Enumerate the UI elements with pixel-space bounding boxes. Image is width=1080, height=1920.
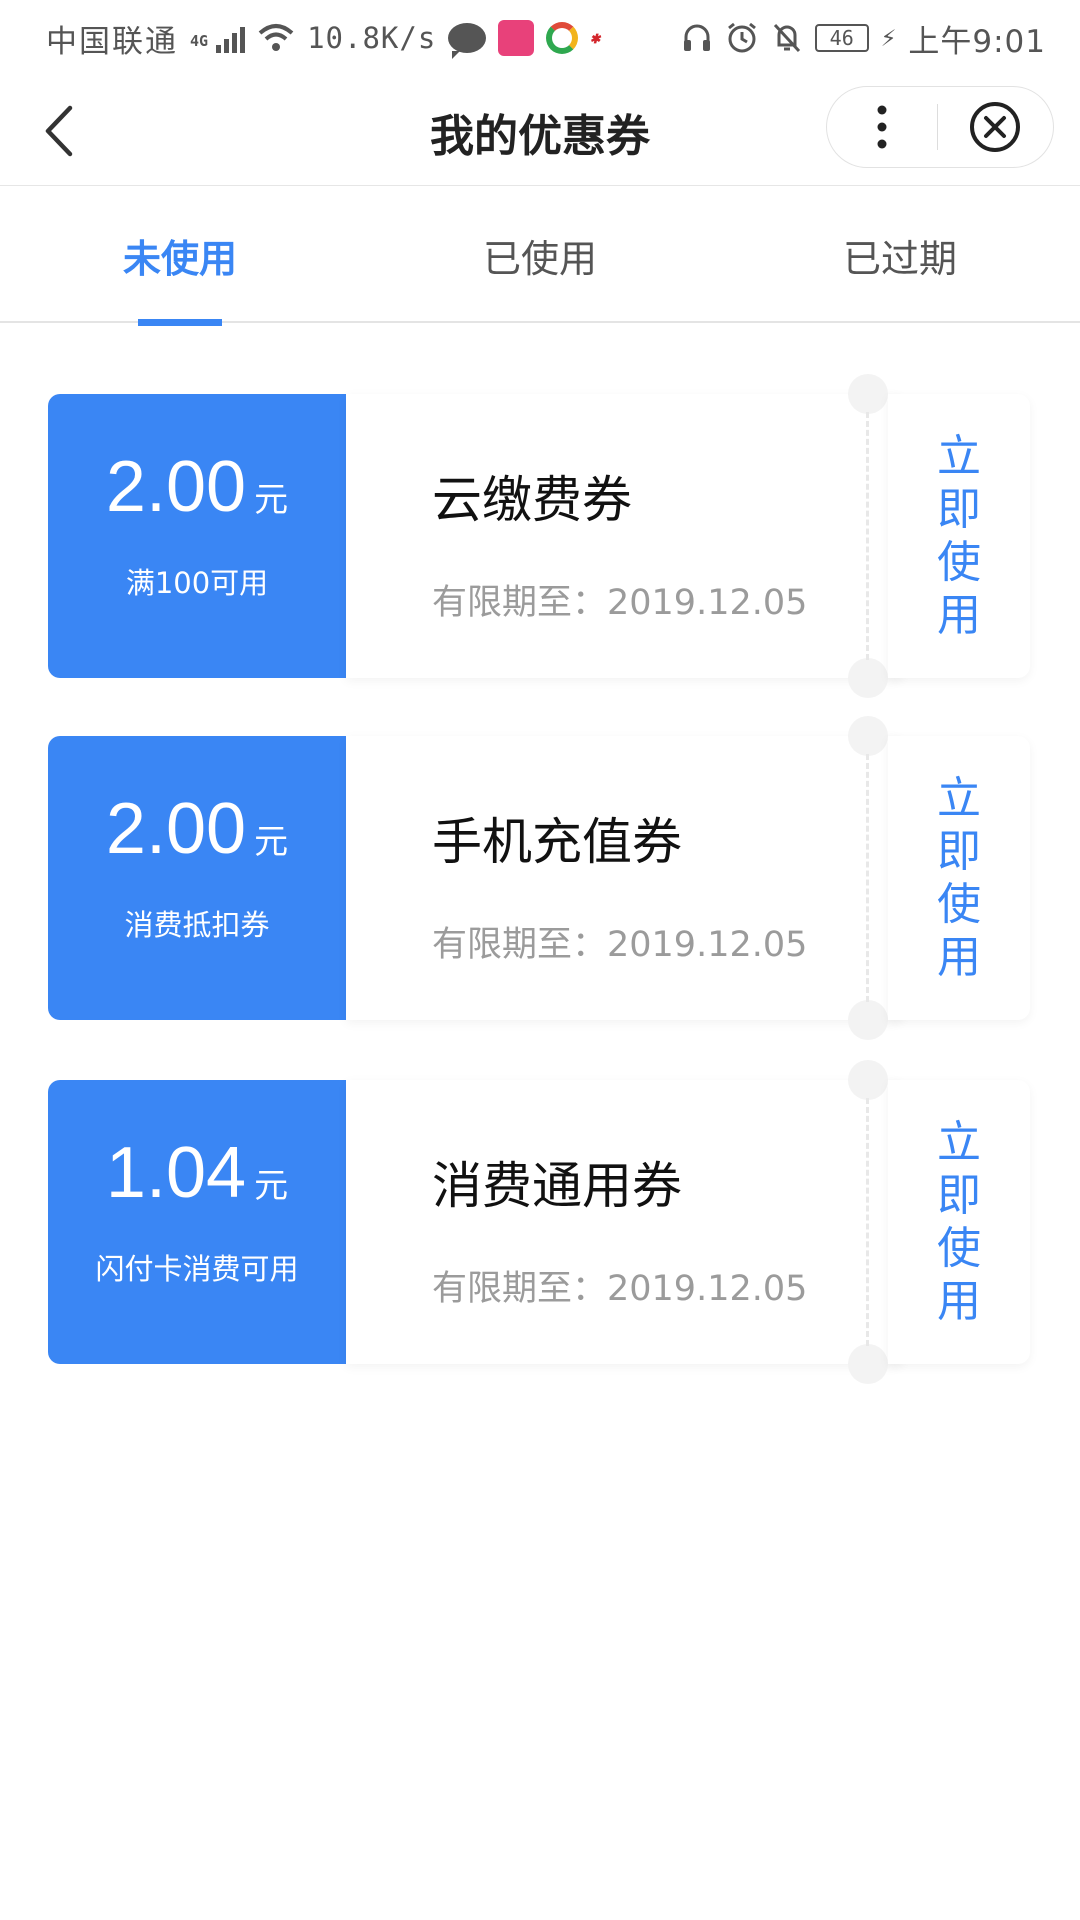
coupon-perforation <box>866 1098 869 1346</box>
coupon-card: 2.00 元 消费抵扣券 手机充值券 有限期至：2019.12.05 立即使用 <box>48 716 1030 1040</box>
coupon-notch <box>848 1344 888 1384</box>
signal-icon <box>216 23 246 53</box>
coupon-perforation <box>866 412 869 660</box>
coupon-unit: 元 <box>254 822 289 862</box>
charging-icon: ⚡ <box>880 23 897 53</box>
coupon-amount-line: 1.04 元 <box>48 1132 346 1214</box>
coupon-name: 手机充值券 <box>432 813 682 871</box>
coupon-amount-line: 2.00 元 <box>48 446 346 528</box>
carrier-name: 中国联通 <box>46 23 178 60</box>
status-clock: 上午9:01 <box>908 23 1046 60</box>
network-speed: 10.8K/s <box>307 21 437 55</box>
more-vertical-icon <box>877 105 887 149</box>
mini-program-capsule <box>826 86 1054 168</box>
coupon-expiry: 有限期至：2019.12.05 <box>432 583 808 623</box>
status-bar: 中国联通 4G 10.8K/s ✱ 46 ⚡ 上午9:01 <box>0 0 1080 76</box>
coupon-name: 云缴费券 <box>432 471 632 529</box>
coupon-amount: 2.00 <box>105 789 247 869</box>
coupon-notch <box>848 1060 888 1100</box>
app-notification-icon <box>498 20 535 56</box>
nav-bar: 我的优惠券 <box>0 76 1080 186</box>
message-notification-icon <box>448 23 487 59</box>
coupon-name: 消费通用券 <box>432 1157 682 1215</box>
coupon-card: 1.04 元 闪付卡消费可用 消费通用券 有限期至：2019.12.05 立即使用 <box>48 1060 1030 1384</box>
status-left: 中国联通 4G 10.8K/s ✱ <box>46 16 624 61</box>
coupon-value-panel: 2.00 元 消费抵扣券 <box>48 736 346 1020</box>
use-now-button[interactable]: 立即使用 <box>888 736 1030 1020</box>
coupon-condition: 消费抵扣券 <box>124 908 270 942</box>
coupon-amount: 1.04 <box>105 1133 247 1213</box>
close-circle-icon <box>970 102 1021 152</box>
coupon-amount: 2.00 <box>105 447 247 527</box>
coupon-notch <box>848 374 888 414</box>
coupon-info: 手机充值券 有限期至：2019.12.05 <box>346 736 902 1020</box>
coupon-expiry: 有限期至：2019.12.05 <box>432 925 808 965</box>
more-button[interactable] <box>827 86 937 168</box>
coupon-notch <box>848 1000 888 1040</box>
coupon-value-panel: 1.04 元 闪付卡消费可用 <box>48 1080 346 1364</box>
coupon-value-panel: 2.00 元 满100可用 <box>48 394 346 678</box>
coupon-info: 云缴费券 有限期至：2019.12.05 <box>346 394 902 678</box>
sina-icon: ✱ <box>590 28 600 47</box>
battery-icon: 46 <box>814 24 869 52</box>
coupon-amount-line: 2.00 元 <box>48 788 346 870</box>
coupon-perforation <box>866 754 869 1002</box>
coupon-condition: 满100可用 <box>125 566 269 600</box>
coupon-info: 消费通用券 有限期至：2019.12.05 <box>346 1080 902 1364</box>
wifi-icon <box>258 24 294 51</box>
coupon-expiry: 有限期至：2019.12.05 <box>432 1269 808 1309</box>
tab-unused[interactable]: 未使用 <box>60 187 300 323</box>
headset-icon <box>683 24 710 51</box>
coupon-tabs: 未使用 已使用 已过期 <box>0 187 1080 326</box>
coupon-notch <box>848 658 888 698</box>
coupon-card: 2.00 元 满100可用 云缴费券 有限期至：2019.12.05 立即使用 <box>48 374 1030 698</box>
mute-bell-icon <box>773 23 800 53</box>
close-button[interactable] <box>938 86 1053 168</box>
coupon-unit: 元 <box>254 480 289 520</box>
tab-expired[interactable]: 已过期 <box>780 187 1020 323</box>
browser-notification-icon <box>546 22 579 54</box>
coupon-notch <box>848 716 888 756</box>
use-now-label: 立即使用 <box>937 1117 981 1327</box>
use-now-button[interactable]: 立即使用 <box>888 394 1030 678</box>
coupon-unit: 元 <box>254 1166 289 1206</box>
active-tab-indicator <box>138 319 222 326</box>
coupon-condition: 闪付卡消费可用 <box>95 1252 299 1286</box>
use-now-label: 立即使用 <box>937 431 981 641</box>
use-now-label: 立即使用 <box>937 773 981 983</box>
status-right: 46 ⚡ 上午9:01 <box>681 16 1046 61</box>
tab-used[interactable]: 已使用 <box>420 187 660 323</box>
use-now-button[interactable]: 立即使用 <box>888 1080 1030 1364</box>
network-type: 4G <box>190 31 209 50</box>
alarm-icon <box>727 22 756 53</box>
